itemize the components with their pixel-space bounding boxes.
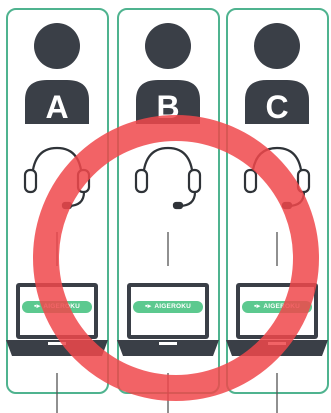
brand-text: AIGEROKU <box>263 303 301 310</box>
headset-icon <box>243 146 311 210</box>
headset-icon <box>23 146 91 210</box>
agent-letter: A <box>45 89 69 125</box>
laptop-icon <box>226 283 328 356</box>
logo-icon: ▪▸ <box>144 303 152 310</box>
laptop-icon <box>117 283 219 356</box>
logo-icon: ▪▸ <box>33 303 41 310</box>
agent-column-a: A ▪▸ AIGEROKU <box>2 0 112 413</box>
brand-text: AIGEROKU <box>154 303 192 310</box>
brand-text: AIGEROKU <box>43 303 81 310</box>
logo-icon: ▪▸ <box>253 303 261 310</box>
agent-column-b: B ▪▸ AIGEROKU <box>113 0 223 413</box>
agent-letter: C <box>265 89 289 125</box>
agent-column-c: C ▪▸ AIGEROKU <box>222 0 331 413</box>
agent-letter: B <box>156 89 180 125</box>
laptop-icon <box>6 283 108 356</box>
brand-badge: ▪▸ AIGEROKU <box>22 301 92 313</box>
brand-badge: ▪▸ AIGEROKU <box>242 301 312 313</box>
headset-icon <box>134 146 202 210</box>
brand-badge: ▪▸ AIGEROKU <box>133 301 203 313</box>
